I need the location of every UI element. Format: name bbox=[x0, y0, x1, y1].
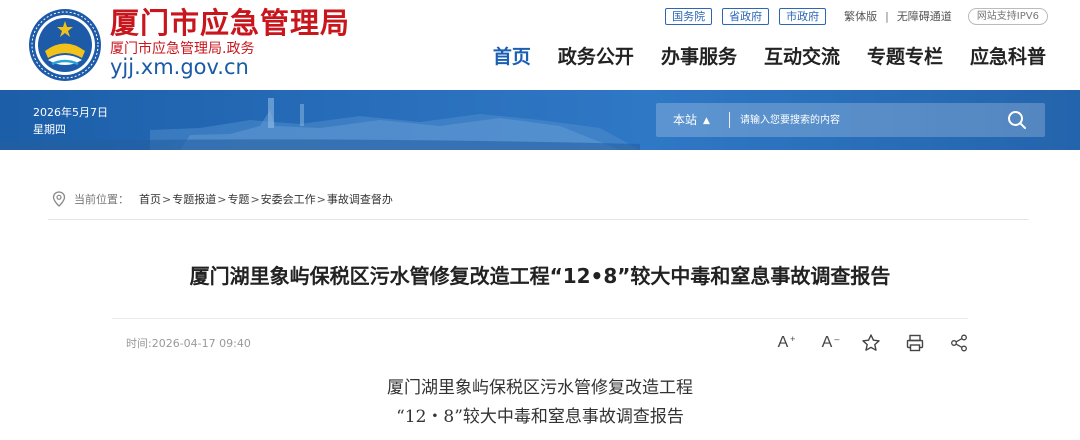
utility-divider: | bbox=[885, 9, 889, 23]
search-divider bbox=[729, 112, 730, 128]
search-scope-select[interactable]: 本站 ▲︎ bbox=[673, 103, 710, 137]
divider bbox=[48, 219, 1029, 220]
article-body-heading-line1: 厦门湖里象屿保税区污水管修复改造工程 bbox=[387, 378, 693, 398]
breadcrumb-separator: > bbox=[316, 192, 326, 206]
search-icon[interactable] bbox=[1007, 110, 1027, 130]
traditional-chinese-link[interactable]: 繁体版 bbox=[844, 8, 877, 24]
breadcrumb-separator: > bbox=[217, 192, 227, 206]
site-title[interactable]: 厦门市应急管理局 bbox=[110, 6, 350, 40]
location-pin-icon bbox=[52, 191, 66, 207]
breadcrumb-home[interactable]: 首页 bbox=[139, 191, 161, 207]
font-decrease-icon[interactable]: A – bbox=[817, 333, 840, 353]
updown-arrow-icon: ▲︎ bbox=[703, 116, 710, 126]
breadcrumb-special-reports[interactable]: 专题报道 bbox=[172, 191, 216, 207]
accessibility-link[interactable]: 无障碍通道 bbox=[897, 8, 952, 24]
nav-gov-affairs[interactable]: 政务公开 bbox=[558, 45, 634, 69]
article-body-heading-line2: “12・8”较大中毒和窒息事故调查报告 bbox=[396, 407, 684, 427]
breadcrumb-separator: > bbox=[162, 192, 172, 206]
share-icon[interactable] bbox=[949, 333, 969, 353]
search-scope-label: 本站 bbox=[673, 113, 698, 127]
breadcrumb: 当前位置： 首页 > 专题报道 > 专题 > 安委会工作 > 事故调查督办 bbox=[52, 190, 393, 208]
nav-interaction[interactable]: 互动交流 bbox=[764, 45, 840, 69]
print-icon[interactable] bbox=[905, 333, 925, 353]
breadcrumb-safety-committee[interactable]: 安委会工作 bbox=[261, 191, 316, 207]
state-council-link[interactable]: 国务院 bbox=[665, 7, 713, 25]
publish-time: 时间:2026-04-17 09:40 bbox=[126, 337, 251, 350]
breadcrumb-label: 当前位置： bbox=[74, 193, 129, 206]
search-input[interactable] bbox=[740, 110, 990, 130]
site-domain: yjj.xm.gov.cn bbox=[110, 55, 249, 79]
divider bbox=[112, 318, 968, 319]
star-icon[interactable] bbox=[861, 333, 881, 353]
emergency-management-emblem-icon[interactable] bbox=[28, 8, 102, 82]
nav-topics[interactable]: 专题专栏 bbox=[867, 45, 943, 69]
main-nav: 首页 政务公开 办事服务 互动交流 专题专栏 应急科普 bbox=[493, 45, 1046, 69]
article-tools: A + A – bbox=[773, 333, 969, 353]
site-header: 厦门市应急管理局 厦门市应急管理局.政务 yjj.xm.gov.cn 国务院 省… bbox=[0, 0, 1080, 90]
breadcrumb-separator: > bbox=[250, 192, 260, 206]
breadcrumb-topics[interactable]: 专题 bbox=[227, 191, 249, 207]
font-increase-icon[interactable]: A + bbox=[773, 333, 796, 353]
nav-science[interactable]: 应急科普 bbox=[970, 45, 1046, 69]
article-title: 厦门湖里象屿保税区污水管修复改造工程“12•8”较大中毒和窒息事故调查报告 bbox=[189, 264, 891, 288]
current-weekday: 星期四 bbox=[33, 123, 66, 136]
nav-home[interactable]: 首页 bbox=[493, 45, 531, 69]
top-utility-bar: 国务院 省政府 市政府 繁体版 | 无障碍通道 网站支持IPV6 bbox=[665, 7, 1048, 25]
provincial-gov-link[interactable]: 省政府 bbox=[722, 7, 770, 25]
nav-services[interactable]: 办事服务 bbox=[661, 45, 737, 69]
current-date: 2026年5月7日 bbox=[33, 106, 108, 119]
city-gov-link[interactable]: 市政府 bbox=[779, 7, 827, 25]
breadcrumb-accident-investigation[interactable]: 事故调查督办 bbox=[327, 191, 393, 207]
ipv6-badge: 网站支持IPV6 bbox=[967, 7, 1048, 25]
search-bar: 本站 ▲︎ bbox=[656, 103, 1045, 137]
